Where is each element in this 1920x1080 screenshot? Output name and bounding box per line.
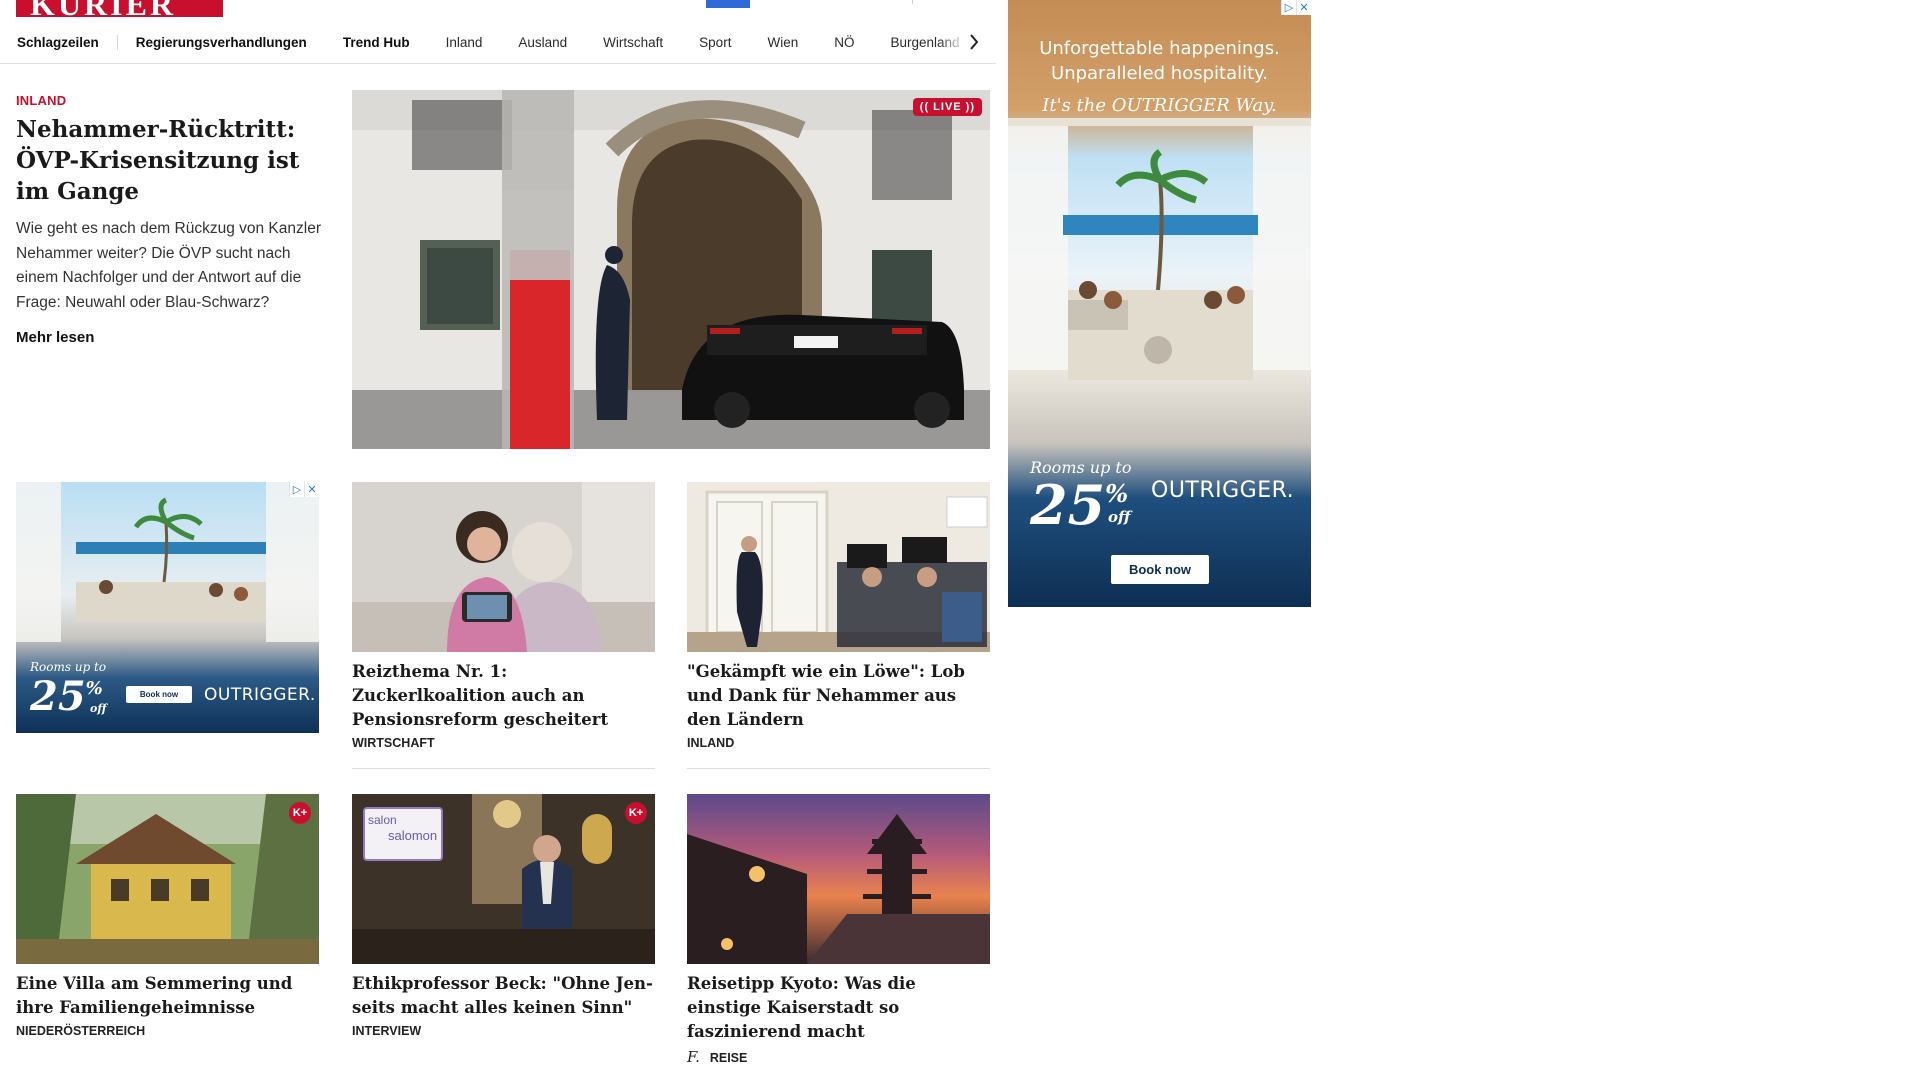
nav-item-regierungsverhandlungen[interactable]: Regierungsverhandlungen	[118, 35, 325, 50]
grandmother-tablet-photo	[352, 482, 655, 652]
side-ad-line1: Unforgettable happenings.	[1039, 38, 1280, 59]
sidebar-advertisement[interactable]: Unforgettable happenings. Unparalleled h…	[1008, 0, 1311, 607]
nav-item-inland[interactable]: Inland	[428, 35, 501, 50]
article-card[interactable]: Reisetipp Kyoto: Was die einstige Kaiser…	[687, 794, 990, 1066]
nav-item-schlagzeilen[interactable]: Schlagzeilen	[0, 35, 118, 50]
inline-ad-book-button[interactable]: Book now	[126, 686, 192, 703]
close-icon[interactable]: ✕	[1296, 0, 1311, 15]
inline-ad-rooms: Rooms up to	[30, 660, 107, 674]
nav-item-trend-hub[interactable]: Trend Hub	[325, 35, 428, 50]
villa-photo	[16, 794, 319, 964]
nav-item-ausland[interactable]: Ausland	[500, 35, 585, 50]
article-title[interactable]: Eine Villa am Semmering und ihre Familie…	[16, 972, 319, 1020]
adchoices-icon[interactable]: ▷	[1281, 0, 1296, 15]
inline-ad-controls: ▷ ✕	[289, 482, 319, 497]
article-category-label: REISE	[709, 1051, 748, 1065]
press-hallway-photo	[687, 482, 990, 652]
article-category[interactable]: f. REISE	[687, 1048, 990, 1066]
side-ad-off: off	[1108, 508, 1131, 526]
article-card[interactable]: salon salomon K+ Ethikprofessor Beck: "O…	[352, 794, 655, 1038]
article-image[interactable]	[687, 794, 990, 964]
main-navigation: Schlagzeilen Regierungsverhandlungen Tre…	[0, 22, 996, 64]
side-ad-tagline: It's the OUTRIGGER Way.	[1042, 95, 1277, 116]
article-title[interactable]: Reisetipp Kyoto: Was die einstige Kaiser…	[687, 972, 990, 1044]
card-divider	[687, 768, 990, 769]
side-ad-percent: %	[1105, 479, 1129, 509]
inline-ad-off: off	[90, 702, 107, 715]
nav-item-burgenland[interactable]: Burgenland	[872, 35, 977, 50]
article-category[interactable]: NIEDERÖSTERREICH	[16, 1024, 319, 1038]
inline-ad-percent: %	[85, 677, 103, 699]
hero-article: INLAND Nehammer-Rücktritt: ÖVP-Krisensit…	[16, 93, 326, 346]
live-badge: (( LIVE ))	[912, 98, 982, 116]
kurier-logo[interactable]: KURIER	[16, 0, 223, 17]
article-image[interactable]	[687, 482, 990, 652]
nav-item-wirtschaft[interactable]: Wirtschaft	[585, 35, 681, 50]
side-ad-line2: Unparalleled hospitality.	[1051, 63, 1268, 84]
header-accent	[706, 0, 750, 8]
svg-text:salon: salon	[368, 813, 397, 827]
article-category[interactable]: INLAND	[687, 736, 990, 750]
feuilleton-icon: f.	[687, 1048, 700, 1066]
inline-ad-discount-value: 25	[30, 673, 86, 720]
article-card[interactable]: K+ Eine Villa am Semmering und ihre Fami…	[16, 794, 319, 1038]
hero-teaser: Wie geht es nach dem Rückzug von Kanzler…	[16, 220, 321, 311]
kyoto-pagoda-photo	[687, 794, 990, 964]
close-icon[interactable]: ✕	[304, 482, 319, 497]
inline-ad-brand: OUTRIGGER.	[204, 685, 316, 705]
article-category[interactable]: INTERVIEW	[352, 1024, 655, 1038]
nav-item-sport[interactable]: Sport	[681, 35, 749, 50]
logo-text: KURIER	[30, 0, 176, 17]
article-category[interactable]: WIRTSCHAFT	[352, 736, 655, 750]
hero-image[interactable]: (( LIVE ))	[352, 90, 990, 449]
header-divider	[912, 0, 913, 4]
article-image[interactable]	[352, 482, 655, 652]
side-ad-book-button[interactable]: Book now	[1111, 555, 1209, 584]
svg-text:salomon: salomon	[388, 828, 437, 843]
side-ad-headline: Unforgettable happenings. Unparalleled h…	[1008, 36, 1311, 86]
card-divider	[352, 768, 655, 769]
article-image[interactable]: salon salomon K+	[352, 794, 655, 964]
article-title[interactable]: Reizthema Nr. 1: Zuckerlkoalition auch a…	[352, 660, 655, 732]
article-image[interactable]: K+	[16, 794, 319, 964]
inline-advertisement[interactable]: Rooms up to 25% off Book now OUTRIGGER. …	[16, 482, 319, 733]
nav-item-wien[interactable]: Wien	[749, 35, 816, 50]
side-ad-discount-value: 25	[1030, 473, 1106, 537]
article-card[interactable]: "Gekämpft wie ein Löwe": Lob und Dank fü…	[687, 482, 990, 769]
professor-chapel-photo: salon salomon	[352, 794, 655, 964]
article-card[interactable]: Reizthema Nr. 1: Zuckerlkoalition auch a…	[352, 482, 655, 769]
nav-item-noe[interactable]: NÖ	[816, 35, 872, 50]
premium-badge: K+	[625, 802, 647, 824]
article-title[interactable]: "Gekämpft wie ein Löwe": Lob und Dank fü…	[687, 660, 990, 732]
hero-photo	[352, 90, 990, 449]
article-title[interactable]: Ethikprofessor Beck: "Ohne Jen-seits mac…	[352, 972, 655, 1020]
side-ad-controls: ▷ ✕	[1281, 0, 1311, 15]
hero-title[interactable]: Nehammer-Rücktritt: ÖVP-Krisensitzung is…	[16, 114, 326, 207]
side-ad-brand: OUTRIGGER.	[1151, 478, 1295, 503]
premium-badge: K+	[289, 802, 311, 824]
chevron-right-icon[interactable]	[964, 32, 984, 52]
adchoices-icon[interactable]: ▷	[289, 482, 304, 497]
hero-kicker[interactable]: INLAND	[16, 93, 326, 108]
more-link[interactable]: Mehr lesen	[16, 329, 326, 346]
